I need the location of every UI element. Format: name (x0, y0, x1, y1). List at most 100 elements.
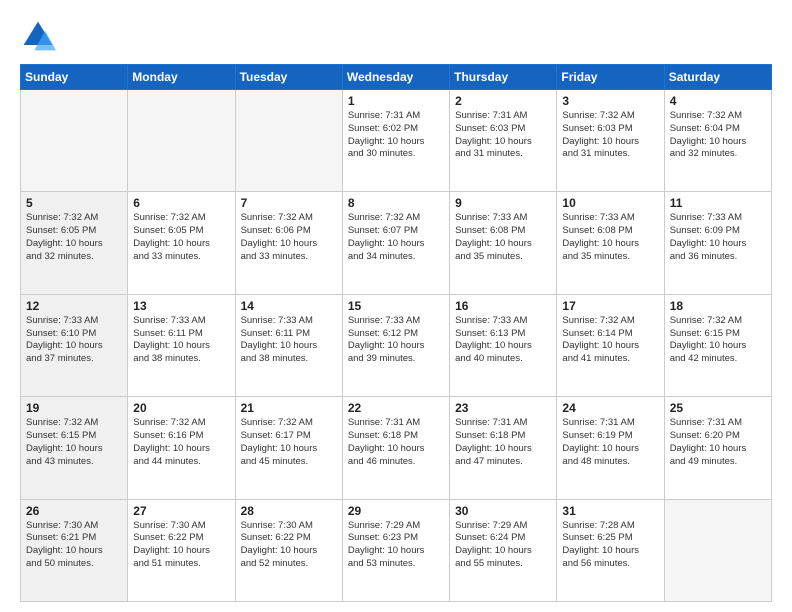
calendar-cell: 8 Sunrise: 7:32 AMSunset: 6:07 PMDaylight… (342, 192, 449, 294)
cell-info: Sunrise: 7:32 AMSunset: 6:16 PMDaylight:… (133, 417, 229, 468)
calendar-cell: 26Sunrise: 7:30 AMSunset: 6:21 PMDayligh… (21, 499, 128, 601)
calendar-cell: 3 Sunrise: 7:32 AMSunset: 6:03 PMDaylight… (557, 90, 664, 192)
calendar-cell: 17 Sunrise: 7:32 AMSunset: 6:14 PMDayligh… (557, 294, 664, 396)
cell-info: Sunrise: 7:33 AMSunset: 6:13 PMDaylight:… (455, 315, 551, 366)
calendar-cell: 12 Sunrise: 7:33 AMSunset: 6:10 PMDayligh… (21, 294, 128, 396)
calendar-cell: 1Sunrise: 7:31 AMSunset: 6:02 PMDaylight… (342, 90, 449, 192)
day-number: 6 (133, 196, 229, 210)
page: SundayMondayTuesdayWednesdayThursdayFrid… (0, 0, 792, 612)
cell-info: Sunrise: 7:33 AMSunset: 6:08 PMDaylight:… (562, 212, 658, 263)
day-number: 14 (241, 299, 337, 313)
week-row-3: 19Sunrise: 7:32 AMSunset: 6:15 PMDayligh… (21, 397, 772, 499)
week-row-4: 26Sunrise: 7:30 AMSunset: 6:21 PMDayligh… (21, 499, 772, 601)
calendar-cell: 13Sunrise: 7:33 AMSunset: 6:11 PMDayligh… (128, 294, 235, 396)
day-number: 17 (562, 299, 658, 313)
cell-info: Sunrise: 7:31 AMSunset: 6:18 PMDaylight:… (348, 417, 444, 468)
day-number: 31 (562, 504, 658, 518)
day-number: 20 (133, 401, 229, 415)
cell-info: Sunrise: 7:32 AMSunset: 6:14 PMDaylight:… (562, 315, 658, 366)
day-number: 2 (455, 94, 551, 108)
day-number: 19 (26, 401, 122, 415)
day-number: 13 (133, 299, 229, 313)
day-number: 7 (241, 196, 337, 210)
day-number: 21 (241, 401, 337, 415)
cell-info: Sunrise: 7:33 AMSunset: 6:12 PMDaylight:… (348, 315, 444, 366)
calendar-cell (128, 90, 235, 192)
calendar-cell: 31 Sunrise: 7:28 AMSunset: 6:25 PMDayligh… (557, 499, 664, 601)
cell-info: Sunrise: 7:32 AMSunset: 6:06 PMDaylight:… (241, 212, 337, 263)
cell-info: Sunrise: 7:30 AMSunset: 6:22 PMDaylight:… (241, 520, 337, 571)
day-number: 4 (670, 94, 766, 108)
calendar-cell: 16 Sunrise: 7:33 AMSunset: 6:13 PMDayligh… (450, 294, 557, 396)
calendar-cell (664, 499, 771, 601)
cell-info: Sunrise: 7:32 AMSunset: 6:07 PMDaylight:… (348, 212, 444, 263)
weekday-header-sunday: Sunday (21, 65, 128, 90)
cell-info: Sunrise: 7:32 AMSunset: 6:05 PMDaylight:… (26, 212, 122, 263)
cell-info: Sunrise: 7:33 AMSunset: 6:11 PMDaylight:… (241, 315, 337, 366)
calendar-cell: 6 Sunrise: 7:32 AMSunset: 6:05 PMDaylight… (128, 192, 235, 294)
day-number: 16 (455, 299, 551, 313)
week-row-0: 1Sunrise: 7:31 AMSunset: 6:02 PMDaylight… (21, 90, 772, 192)
day-number: 27 (133, 504, 229, 518)
calendar-cell: 28 Sunrise: 7:30 AMSunset: 6:22 PMDayligh… (235, 499, 342, 601)
cell-info: Sunrise: 7:32 AMSunset: 6:03 PMDaylight:… (562, 110, 658, 161)
weekday-header-friday: Friday (557, 65, 664, 90)
calendar-cell: 5 Sunrise: 7:32 AMSunset: 6:05 PMDaylight… (21, 192, 128, 294)
calendar-cell: 29 Sunrise: 7:29 AMSunset: 6:23 PMDayligh… (342, 499, 449, 601)
calendar-cell: 14 Sunrise: 7:33 AMSunset: 6:11 PMDayligh… (235, 294, 342, 396)
calendar-table: SundayMondayTuesdayWednesdayThursdayFrid… (20, 64, 772, 602)
calendar-cell: 11 Sunrise: 7:33 AMSunset: 6:09 PMDayligh… (664, 192, 771, 294)
cell-info: Sunrise: 7:29 AMSunset: 6:24 PMDaylight:… (455, 520, 551, 571)
calendar-cell: 20 Sunrise: 7:32 AMSunset: 6:16 PMDayligh… (128, 397, 235, 499)
weekday-header-saturday: Saturday (664, 65, 771, 90)
day-number: 1 (348, 94, 444, 108)
day-number: 24 (562, 401, 658, 415)
calendar-cell (21, 90, 128, 192)
cell-info: Sunrise: 7:33 AMSunset: 6:10 PMDaylight:… (26, 315, 122, 366)
cell-info: Sunrise: 7:30 AMSunset: 6:22 PMDaylight:… (133, 520, 229, 571)
calendar-cell: 9Sunrise: 7:33 AMSunset: 6:08 PMDaylight… (450, 192, 557, 294)
cell-info: Sunrise: 7:31 AMSunset: 6:19 PMDaylight:… (562, 417, 658, 468)
calendar-cell: 7 Sunrise: 7:32 AMSunset: 6:06 PMDaylight… (235, 192, 342, 294)
calendar-cell: 25Sunrise: 7:31 AMSunset: 6:20 PMDayligh… (664, 397, 771, 499)
day-number: 10 (562, 196, 658, 210)
logo-icon (20, 18, 56, 54)
weekday-header-monday: Monday (128, 65, 235, 90)
logo (20, 18, 62, 54)
cell-info: Sunrise: 7:32 AMSunset: 6:04 PMDaylight:… (670, 110, 766, 161)
day-number: 11 (670, 196, 766, 210)
calendar-cell: 15 Sunrise: 7:33 AMSunset: 6:12 PMDayligh… (342, 294, 449, 396)
cell-info: Sunrise: 7:32 AMSunset: 6:17 PMDaylight:… (241, 417, 337, 468)
day-number: 18 (670, 299, 766, 313)
calendar-cell: 24 Sunrise: 7:31 AMSunset: 6:19 PMDayligh… (557, 397, 664, 499)
day-number: 29 (348, 504, 444, 518)
day-number: 8 (348, 196, 444, 210)
cell-info: Sunrise: 7:31 AMSunset: 6:03 PMDaylight:… (455, 110, 551, 161)
cell-info: Sunrise: 7:29 AMSunset: 6:23 PMDaylight:… (348, 520, 444, 571)
day-number: 30 (455, 504, 551, 518)
cell-info: Sunrise: 7:32 AMSunset: 6:05 PMDaylight:… (133, 212, 229, 263)
day-number: 15 (348, 299, 444, 313)
day-number: 3 (562, 94, 658, 108)
calendar-cell: 22Sunrise: 7:31 AMSunset: 6:18 PMDayligh… (342, 397, 449, 499)
calendar-cell: 18Sunrise: 7:32 AMSunset: 6:15 PMDayligh… (664, 294, 771, 396)
day-number: 28 (241, 504, 337, 518)
weekday-header-tuesday: Tuesday (235, 65, 342, 90)
day-number: 5 (26, 196, 122, 210)
cell-info: Sunrise: 7:33 AMSunset: 6:09 PMDaylight:… (670, 212, 766, 263)
calendar-cell: 10 Sunrise: 7:33 AMSunset: 6:08 PMDayligh… (557, 192, 664, 294)
calendar-cell: 4 Sunrise: 7:32 AMSunset: 6:04 PMDaylight… (664, 90, 771, 192)
day-number: 9 (455, 196, 551, 210)
calendar-cell: 19Sunrise: 7:32 AMSunset: 6:15 PMDayligh… (21, 397, 128, 499)
week-row-2: 12 Sunrise: 7:33 AMSunset: 6:10 PMDayligh… (21, 294, 772, 396)
weekday-header-thursday: Thursday (450, 65, 557, 90)
header (20, 18, 772, 54)
calendar-cell: 23Sunrise: 7:31 AMSunset: 6:18 PMDayligh… (450, 397, 557, 499)
calendar-cell: 27 Sunrise: 7:30 AMSunset: 6:22 PMDayligh… (128, 499, 235, 601)
cell-info: Sunrise: 7:31 AMSunset: 6:20 PMDaylight:… (670, 417, 766, 468)
calendar-cell: 21 Sunrise: 7:32 AMSunset: 6:17 PMDayligh… (235, 397, 342, 499)
day-number: 23 (455, 401, 551, 415)
cell-info: Sunrise: 7:28 AMSunset: 6:25 PMDaylight:… (562, 520, 658, 571)
calendar-cell (235, 90, 342, 192)
day-number: 12 (26, 299, 122, 313)
